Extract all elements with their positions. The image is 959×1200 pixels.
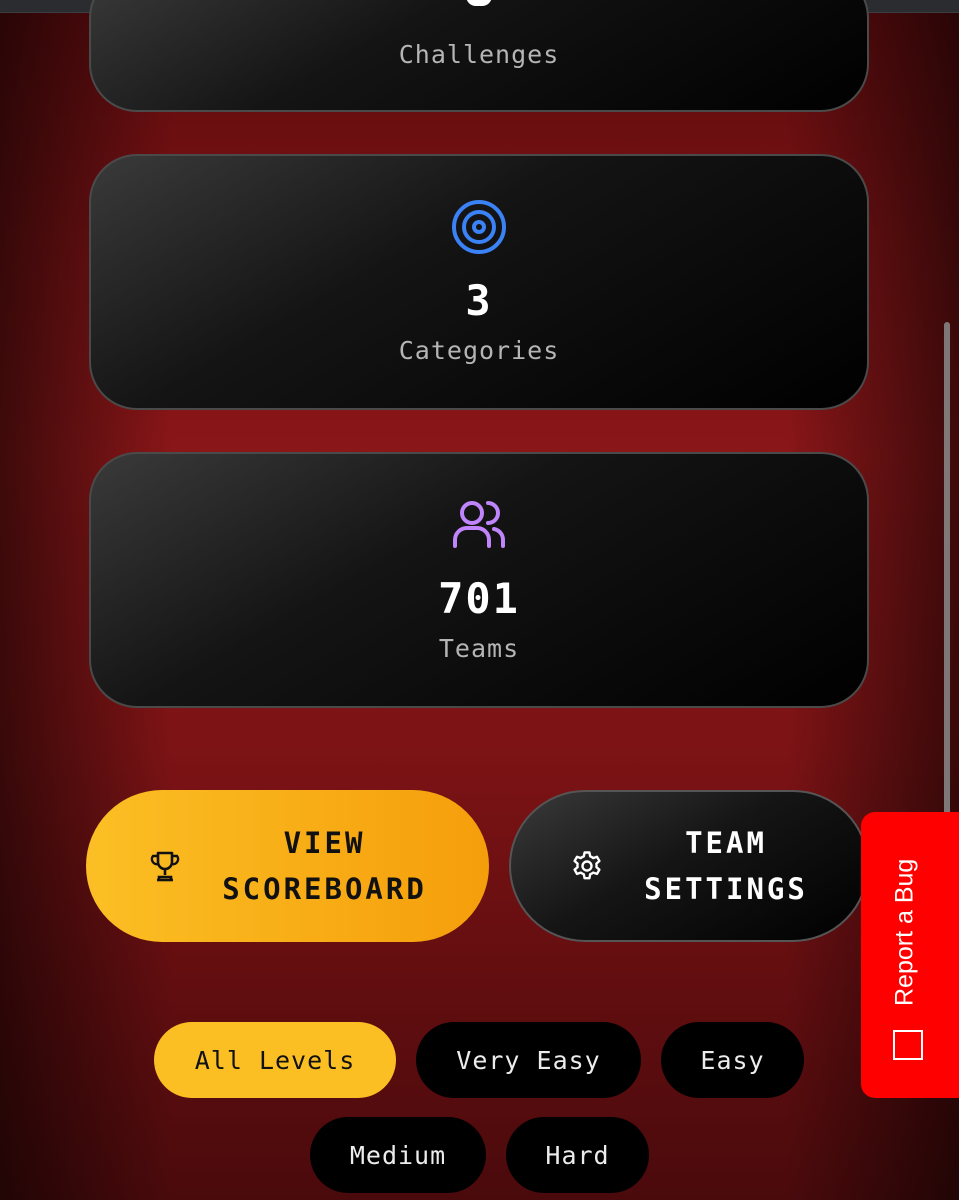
view-scoreboard-label: VIEW SCOREBOARD — [222, 820, 427, 912]
report-bug-label: Report a Bug — [890, 858, 919, 1006]
teams-label: Teams — [438, 634, 520, 663]
view-scoreboard-line1: VIEW — [283, 826, 366, 860]
users-icon — [453, 501, 505, 548]
filter-medium[interactable]: Medium — [310, 1117, 486, 1193]
categories-label: Categories — [398, 336, 560, 365]
view-scoreboard-line2: SCOREBOARD — [222, 872, 427, 906]
filter-very-easy[interactable]: Very Easy — [416, 1022, 641, 1098]
team-settings-line1: TEAM — [685, 826, 767, 860]
challenges-label: Challenges — [398, 40, 560, 69]
filter-all-levels[interactable]: All Levels — [154, 1022, 396, 1098]
target-icon — [452, 200, 506, 254]
stat-card-challenges: Challenges — [89, 0, 869, 112]
filter-easy[interactable]: Easy — [661, 1022, 804, 1098]
teams-value: 701 — [438, 574, 520, 623]
trophy-icon — [150, 851, 180, 882]
report-bug-button[interactable]: Report a Bug — [861, 812, 959, 1098]
team-settings-button[interactable]: TEAM SETTINGS — [509, 790, 869, 942]
view-scoreboard-button[interactable]: VIEW SCOREBOARD — [86, 790, 489, 942]
categories-value: 3 — [465, 276, 493, 325]
filter-hard[interactable]: Hard — [506, 1117, 649, 1193]
stat-card-categories: 3 Categories — [89, 154, 869, 410]
team-settings-line2: SETTINGS — [644, 872, 808, 906]
challenges-value-partial — [466, 0, 492, 6]
bug-report-icon — [893, 1030, 923, 1060]
team-settings-label: TEAM SETTINGS — [644, 820, 808, 912]
stat-card-teams: 701 Teams — [89, 452, 869, 708]
gear-icon — [573, 851, 601, 880]
